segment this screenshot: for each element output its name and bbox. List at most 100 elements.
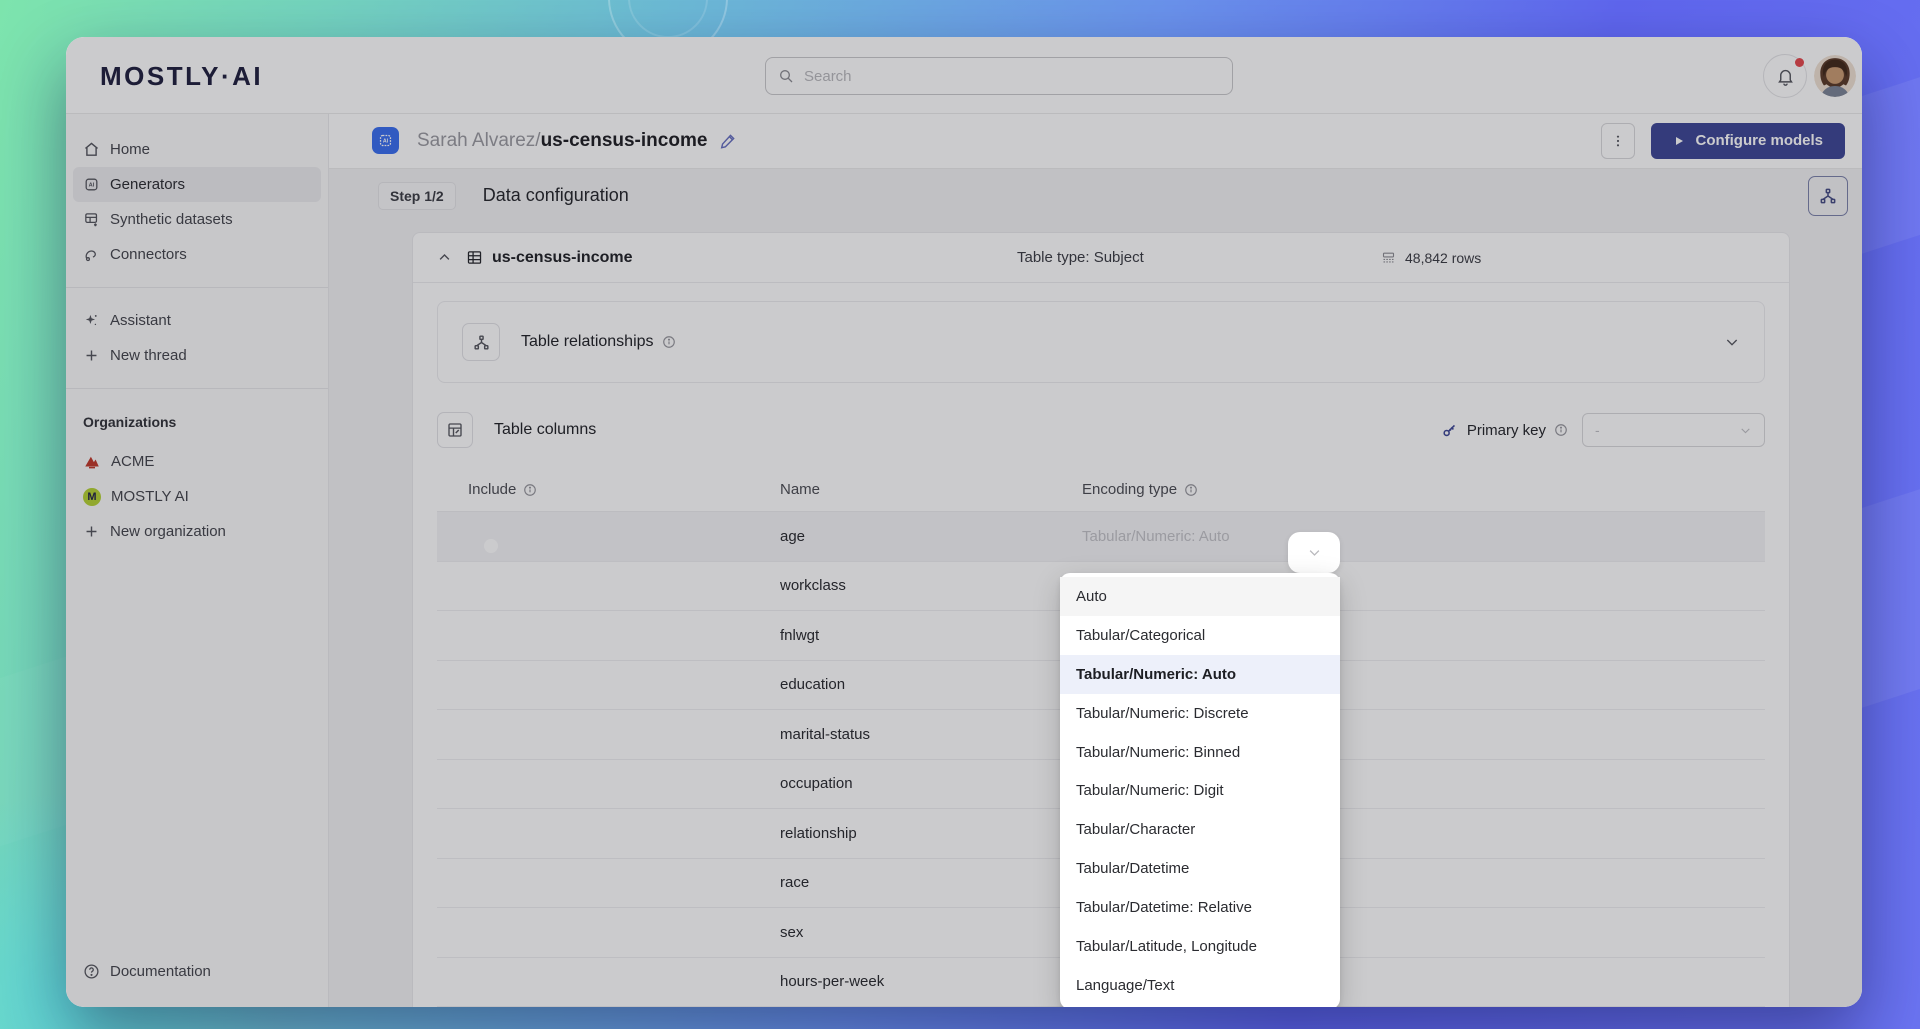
dropdown-option[interactable]: Auto bbox=[1060, 577, 1340, 616]
column-name: sex bbox=[780, 924, 1082, 941]
dropdown-option-selected[interactable]: Tabular/Numeric: Auto bbox=[1060, 655, 1340, 694]
sidebar-item-new-organization[interactable]: New organization bbox=[73, 514, 321, 549]
dropdown-option[interactable]: Tabular/Datetime: Relative bbox=[1060, 888, 1340, 927]
app-window: MOSTLY·AI bbox=[66, 37, 1862, 1007]
sidebar-item-documentation[interactable]: Documentation bbox=[73, 954, 321, 989]
column-name: marital-status bbox=[780, 726, 1082, 743]
table-name: us-census-income bbox=[492, 249, 632, 267]
sidebar-item-home[interactable]: Home bbox=[73, 132, 321, 167]
sidebar-item-generators[interactable]: AI Generators bbox=[73, 167, 321, 202]
schema-view-button[interactable] bbox=[1808, 176, 1848, 216]
plus-icon bbox=[83, 347, 100, 364]
sidebar-item-org-mostly-ai[interactable]: M MOSTLY AI bbox=[73, 479, 321, 514]
sidebar-item-label: Synthetic datasets bbox=[110, 211, 233, 228]
table-columns-header: Table columns Primary key bbox=[437, 412, 1765, 448]
relationships-tree-icon bbox=[462, 323, 500, 361]
primary-key-group: Primary key - bbox=[1441, 413, 1765, 447]
help-circle-icon bbox=[83, 963, 100, 980]
step-row: Step 1/2 Data configuration bbox=[329, 169, 1862, 223]
dropdown-option[interactable]: Tabular/Numeric: Discrete bbox=[1060, 694, 1340, 733]
sidebar-item-label: Assistant bbox=[110, 312, 171, 329]
sidebar-item-label: New organization bbox=[110, 523, 226, 540]
sidebar-item-label: Documentation bbox=[110, 963, 211, 980]
dataset-table-icon bbox=[83, 211, 100, 228]
breadcrumb: Sarah Alvarez/us-census-income bbox=[417, 130, 707, 152]
table-type-label: Table type: Subject bbox=[1017, 249, 1144, 266]
generator-name: us-census-income bbox=[541, 130, 708, 151]
ai-chip-icon: AI bbox=[83, 176, 100, 193]
encoding-value: Tabular/Numeric: Auto bbox=[1082, 528, 1765, 545]
dropdown-option[interactable]: Tabular/Numeric: Binned bbox=[1060, 733, 1340, 772]
page-header: AI Sarah Alvarez/us-census-income bbox=[329, 114, 1862, 169]
sparkle-icon bbox=[83, 312, 100, 329]
column-name: workclass bbox=[780, 577, 1082, 594]
play-icon bbox=[1673, 135, 1685, 147]
sidebar-item-label: Home bbox=[110, 141, 150, 158]
sidebar-item-label: New thread bbox=[110, 347, 187, 364]
user-avatar[interactable] bbox=[1814, 55, 1856, 97]
mostly-ai-badge-icon: M bbox=[83, 488, 101, 506]
sidebar-item-connectors[interactable]: Connectors bbox=[73, 237, 321, 272]
columns-table-header-row: Include Name Encoding type bbox=[437, 468, 1765, 512]
info-icon bbox=[1554, 423, 1568, 437]
search-icon bbox=[778, 68, 794, 84]
name-column-header: Name bbox=[780, 481, 1082, 498]
sidebar-item-assistant[interactable]: Assistant bbox=[73, 303, 321, 338]
sidebar-divider bbox=[66, 287, 328, 288]
bell-icon bbox=[1776, 67, 1795, 86]
sidebar-item-synthetic-datasets[interactable]: Synthetic datasets bbox=[73, 202, 321, 237]
info-icon bbox=[523, 483, 537, 497]
table-relationships-label: Table relationships bbox=[521, 333, 654, 351]
table-icon bbox=[466, 249, 483, 266]
connector-icon bbox=[83, 246, 100, 263]
chevron-down-icon[interactable] bbox=[1724, 334, 1740, 350]
column-name: education bbox=[780, 676, 1082, 693]
edit-pencil-icon[interactable] bbox=[719, 131, 738, 150]
acme-logo-icon bbox=[83, 453, 101, 471]
dropdown-option[interactable]: Language/Text bbox=[1060, 966, 1340, 1005]
column-name: occupation bbox=[780, 775, 1082, 792]
dropdown-option[interactable]: Tabular/Numeric: Digit bbox=[1060, 771, 1340, 810]
primary-key-select[interactable]: - bbox=[1582, 413, 1765, 447]
column-name: race bbox=[780, 874, 1082, 891]
configure-models-button[interactable]: Configure models bbox=[1651, 123, 1845, 159]
notification-badge bbox=[1795, 58, 1804, 67]
row-count: 48,842 rows bbox=[1381, 250, 1481, 266]
more-actions-button[interactable] bbox=[1601, 123, 1635, 159]
encoding-column-header: Encoding type bbox=[1082, 481, 1177, 498]
breadcrumb-owner: Sarah Alvarez/ bbox=[417, 130, 541, 151]
sidebar-item-new-thread[interactable]: New thread bbox=[73, 338, 321, 373]
organizations-header: Organizations bbox=[66, 404, 328, 444]
rows-icon bbox=[1381, 250, 1396, 265]
global-search[interactable] bbox=[765, 57, 1233, 95]
sidebar-divider bbox=[66, 388, 328, 389]
table-columns-label: Table columns bbox=[494, 421, 596, 439]
svg-text:AI: AI bbox=[383, 139, 389, 145]
sidebar-item-label: ACME bbox=[111, 453, 154, 470]
dropdown-option[interactable]: Tabular/Categorical bbox=[1060, 616, 1340, 655]
mostly-ai-logo: MOSTLY·AI bbox=[100, 61, 263, 92]
table-relationships-panel[interactable]: Table relationships bbox=[437, 301, 1765, 383]
svg-text:AI: AI bbox=[89, 183, 95, 189]
dropdown-option[interactable]: Tabular/Latitude, Longitude bbox=[1060, 927, 1340, 966]
generator-chip-icon: AI bbox=[372, 127, 399, 154]
column-name: relationship bbox=[780, 825, 1082, 842]
table-card-header: us-census-income Table type: Subject 48,… bbox=[413, 233, 1789, 283]
notifications-button[interactable] bbox=[1763, 54, 1807, 98]
collapse-chevron-up-icon[interactable] bbox=[437, 250, 452, 265]
search-input[interactable] bbox=[804, 68, 1220, 85]
sidebar-item-label: Connectors bbox=[110, 246, 187, 263]
encoding-select-trigger[interactable] bbox=[1288, 532, 1340, 573]
info-icon bbox=[662, 335, 676, 349]
desktop-background: MOSTLY·AI bbox=[0, 0, 1920, 1029]
column-name: hours-per-week bbox=[780, 973, 1082, 990]
table-row: age Tabular/Numeric: Auto bbox=[437, 512, 1765, 562]
info-icon bbox=[1184, 483, 1198, 497]
home-icon bbox=[83, 141, 100, 158]
sidebar-item-org-acme[interactable]: ACME bbox=[73, 444, 321, 479]
key-icon bbox=[1441, 422, 1458, 439]
dropdown-option[interactable]: Tabular/Character bbox=[1060, 810, 1340, 849]
dropdown-option[interactable]: Tabular/Datetime bbox=[1060, 849, 1340, 888]
sidebar: Home AI Generators Synthetic datasets bbox=[66, 114, 329, 1007]
include-column-header: Include bbox=[468, 481, 516, 498]
